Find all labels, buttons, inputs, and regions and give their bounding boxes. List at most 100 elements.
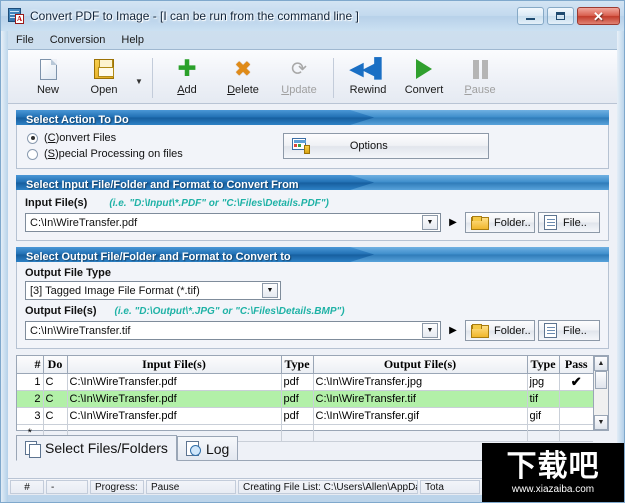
orange-x-icon: ✖ [234,57,252,81]
pause-bars-icon [472,57,488,81]
input-panel-title: Select Input File/Folder and Format to C… [26,179,299,190]
options-button[interactable]: Options [282,133,489,159]
cell-output: C:\In\WireTransfer.gif [313,407,528,425]
cell-out-type: tif [527,390,560,408]
cell-do: C [43,390,68,408]
col-header-do[interactable]: Do [43,356,68,374]
toolbar-rewind-label: Rewind [349,84,387,96]
output-file-type-value: [3] Tagged Image File Format (*.tif) [30,284,200,297]
watermark-text: 下载吧 [506,448,600,484]
table-header-row: # Do Input File(s) Type Output File(s) T… [17,356,593,374]
radio-convert-files[interactable]: (C)onvert Files [27,130,183,146]
toolbar-rewind-button[interactable]: ◀◀▌ Rewind [340,54,396,102]
output-file-type-combo[interactable]: [3] Tagged Image File Format (*.tif) ▼ [25,281,281,300]
output-file-combo[interactable]: C:\In\WireTransfer.tif ▼ [25,321,441,340]
toolbar-add-button[interactable]: ✚ Add [159,54,215,102]
title-bar: A Convert PDF to Image - [I can be run f… [1,1,624,31]
menu-file[interactable]: File [8,33,42,47]
cell-pass [559,424,593,442]
green-plus-icon: ✚ [177,56,197,82]
chevron-down-icon[interactable]: ▼ [422,323,438,338]
cell-input: C:\In\WireTransfer.pdf [67,390,282,408]
files-stack-icon [25,440,41,458]
output-files-label: Output File(s) [25,305,97,317]
col-header-output[interactable]: Output File(s) [313,356,528,374]
window-left-edge [1,31,8,502]
toolbar-new-label: New [36,84,59,96]
input-folder-button[interactable]: Folder.. [465,212,535,233]
cell-num: 2 [17,390,44,408]
action-panel-body: (C)onvert Files (S)pecial Processing on … [16,125,609,169]
app-icon: A [8,8,24,24]
folder-icon [471,215,489,230]
input-file-button[interactable]: File.. [538,212,600,233]
output-panel-body: Output File Type [3] Tagged Image File F… [16,262,609,349]
cell-input: C:\In\WireTransfer.pdf [67,407,282,425]
options-settings-icon [291,138,310,154]
toolbar-update-button[interactable]: ⟳ Update [271,54,327,102]
update-icon: ⟳ [291,58,307,80]
col-header-input[interactable]: Input File(s) [67,356,282,374]
status-progress-label: Progress: [90,480,144,494]
menu-conversion[interactable]: Conversion [42,33,114,47]
output-file-type-label: Output File Type [25,267,111,279]
output-panel-title: Select Output File/Folder and Format to … [26,251,291,262]
grid-scrollbar[interactable]: ▲ ▼ [593,356,608,430]
tab-log[interactable]: Log [176,436,239,460]
toolbar-pause-label: Pause [464,84,496,96]
folder-icon [471,323,489,338]
output-go-arrow-button[interactable]: ▶ [444,321,462,340]
input-file-label: File.. [563,216,587,229]
scroll-track[interactable] [594,389,608,415]
table-row[interactable]: 3 C C:\In\WireTransfer.pdf pdf C:\In\Wir… [17,407,593,425]
input-panel-header: Select Input File/Folder and Format to C… [16,175,609,190]
window-right-edge [617,31,624,502]
cell-in-type: pdf [281,390,314,408]
cell-num: 1 [17,373,44,391]
tab-select-files-folders[interactable]: Select Files/Folders [16,435,177,461]
col-header-pass[interactable]: Pass [559,356,593,374]
maximize-button[interactable] [547,7,574,25]
menu-bar: File Conversion Help [8,31,617,49]
radio-convert-indicator [27,132,38,144]
window-title: Convert PDF to Image - [I can be run fro… [30,9,359,23]
minimize-button[interactable] [517,7,544,25]
cell-output: C:\In\WireTransfer.jpg [313,373,528,391]
input-panel-body: Input File(s) (i.e. "D:\Input\*.PDF" or … [16,190,609,241]
output-folder-button[interactable]: Folder.. [465,320,535,341]
toolbar-new-button[interactable]: New [20,54,76,102]
toolbar-add-label: Add [177,84,197,96]
window-controls: ✕ [514,7,620,25]
input-files-hint: (i.e. "D:\Input\*.PDF" or "C:\Files\Deta… [109,198,329,209]
file-icon [544,323,557,338]
chevron-down-icon[interactable]: ▼ [422,215,438,230]
output-file-button[interactable]: File.. [538,320,600,341]
col-header-in-type[interactable]: Type [281,356,314,374]
close-button[interactable]: ✕ [577,7,620,25]
client-area: New Open ▼ ✚ Add ✖ Delete ⟳ Update ◀◀▌ R… [8,49,617,495]
chevron-down-icon[interactable]: ▼ [262,283,278,298]
input-go-arrow-button[interactable]: ▶ [444,213,462,232]
table-row[interactable]: 1 C C:\In\WireTransfer.pdf pdf C:\In\Wir… [17,373,593,391]
input-files-label: Input File(s) [25,197,88,209]
col-header-out-type[interactable]: Type [527,356,560,374]
toolbar-open-button[interactable]: Open [76,54,132,102]
radio-convert-label: (C)onvert Files [44,132,117,144]
scroll-up-button[interactable]: ▲ [594,356,608,371]
file-list-grid[interactable]: # Do Input File(s) Type Output File(s) T… [16,355,609,442]
scroll-thumb[interactable] [595,371,607,389]
col-header-num[interactable]: # [17,356,44,374]
toolbar-delete-button[interactable]: ✖ Delete [215,54,271,102]
tab-select-files-label: Select Files/Folders [45,440,168,456]
table-row[interactable]: 2 C C:\In\WireTransfer.pdf pdf C:\In\Wir… [17,390,593,408]
toolbar-open-dropdown[interactable]: ▼ [132,54,146,102]
menu-help[interactable]: Help [113,33,152,47]
toolbar-pause-button[interactable]: Pause [452,54,508,102]
toolbar: New Open ▼ ✚ Add ✖ Delete ⟳ Update ◀◀▌ R… [8,50,617,104]
toolbar-convert-button[interactable]: Convert [396,54,452,102]
status-hash-value: - [46,480,88,494]
radio-special-processing[interactable]: (S)pecial Processing on files [27,146,183,162]
cell-in-type: pdf [281,373,314,391]
input-file-combo[interactable]: C:\In\WireTransfer.pdf ▼ [25,213,441,232]
scroll-down-button[interactable]: ▼ [594,415,608,430]
